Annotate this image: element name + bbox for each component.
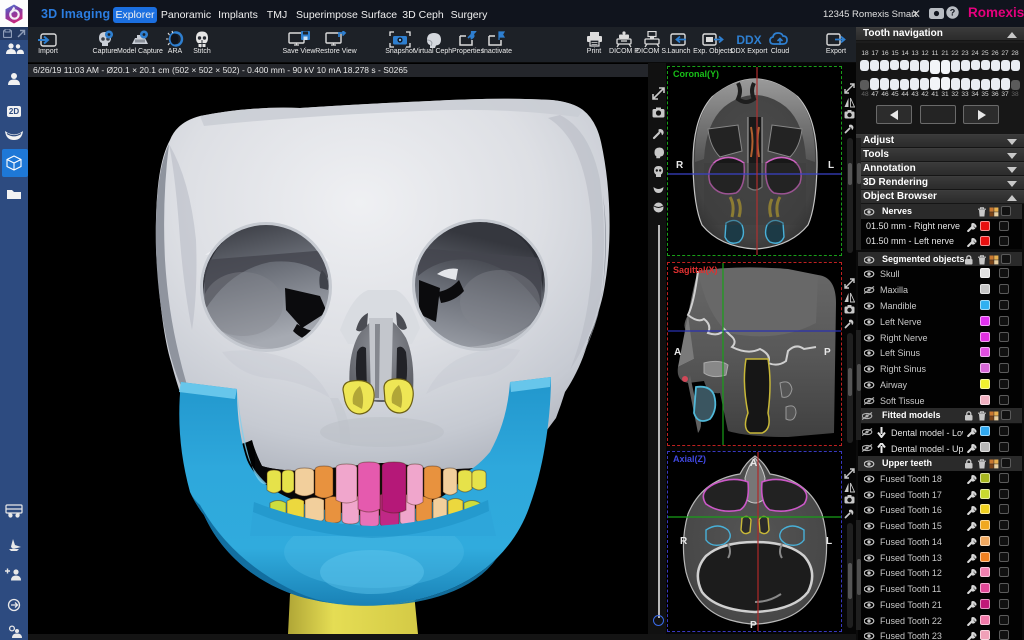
svg-text:R: R [676,160,684,171]
svg-text:L: L [828,160,834,171]
svg-text:A: A [750,458,757,469]
svg-text:P: P [750,620,757,631]
svg-text:R: R [680,536,688,547]
svg-text:A: A [674,347,681,358]
svg-text:DDX: DDX [736,33,761,47]
svg-text:?: ? [950,8,956,18]
svg-text:L: L [826,536,832,547]
svg-text:P: P [824,347,831,358]
